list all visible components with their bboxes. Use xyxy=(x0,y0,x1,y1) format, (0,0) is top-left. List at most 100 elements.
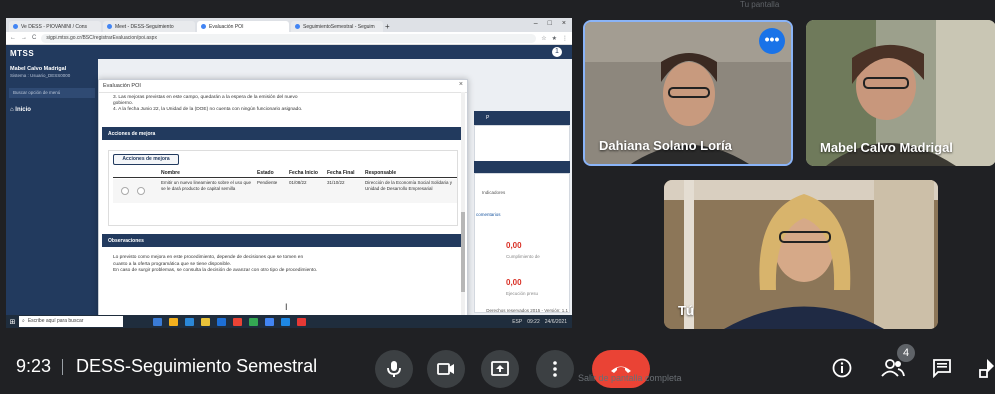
taskbar-app-icon[interactable] xyxy=(297,317,306,326)
presentation-caption: Tu pantalla xyxy=(740,0,780,9)
favicon-icon xyxy=(295,24,300,29)
participant-tile-self[interactable]: Tú xyxy=(664,180,938,329)
chat-icon xyxy=(933,359,951,379)
cumplimiento-value: 0,00 xyxy=(506,241,522,250)
taskbar-app-icon[interactable] xyxy=(265,317,274,326)
taskbar-app-icon[interactable] xyxy=(153,317,162,326)
search-placeholder: Escribe aquí para buscar xyxy=(27,318,84,324)
activities-button[interactable] xyxy=(979,358,995,383)
sidebar-item-inicio[interactable]: ⌂ Inicio xyxy=(6,98,98,113)
taskbar-app-icon[interactable] xyxy=(233,317,242,326)
table-header-cell: Fecha Inicio xyxy=(289,170,318,176)
favicon-icon xyxy=(201,24,206,29)
participant-name: Mabel Calvo Madrigal xyxy=(820,140,953,155)
meeting-title: DESS-Seguimiento Semestral xyxy=(76,356,318,376)
reload-icon[interactable]: C xyxy=(32,35,36,41)
notes-line: 4. A la fecha Junio 22, la Unidad de la … xyxy=(113,107,303,112)
app-sidebar: MTSS Mabel Calvo Madrigal Sistema : Usua… xyxy=(6,45,98,315)
menu-search-input[interactable]: Buscar opción de menú xyxy=(9,88,95,98)
table-header-cell: Estado xyxy=(257,170,274,176)
acciones-section: Acciones de mejora Nombre Estado Fecha I… xyxy=(108,150,458,226)
shapes-icon xyxy=(979,359,994,378)
windows-start-icon[interactable]: ⊞ xyxy=(6,318,19,326)
participant-name: Tú xyxy=(678,303,694,318)
scrollbar-thumb[interactable] xyxy=(461,212,465,292)
search-icon: ⌕ xyxy=(22,318,25,324)
cumplimiento-label: Cumplimiento de xyxy=(506,254,540,259)
meeting-control-bar: 9:23 DESS-Seguimiento Semestral Salir de… xyxy=(0,342,995,394)
taskbar-app-icon[interactable] xyxy=(201,317,210,326)
browser-tab[interactable]: Meet - DESS-Seguimiento xyxy=(103,21,195,32)
app-footer: Derechos reservados 2015 - Versión: 1.1 xyxy=(486,308,568,313)
row-actions xyxy=(113,179,159,203)
sidebar-item-label: Inicio xyxy=(15,107,31,113)
table-header-cell: Responsable xyxy=(365,170,397,176)
close-icon[interactable]: × xyxy=(562,20,566,32)
browser-tab-label: Evaluación POI xyxy=(209,23,244,30)
participant-tile-dahiana[interactable]: ••• Dahiana Solano Loría xyxy=(583,20,793,166)
people-icon xyxy=(881,359,905,377)
microphone-icon xyxy=(387,361,401,377)
close-icon[interactable]: × xyxy=(459,81,463,88)
evaluacion-poi-dialog: Evaluación POI × 3. Las mejoras prevista… xyxy=(98,79,468,328)
user-avatar[interactable]: 1 xyxy=(552,47,562,57)
browser-toolbar: ← → C sigpi.mtss.go.cr/BSC/registrarEval… xyxy=(6,32,572,45)
system-tray: ESP 09:22 24/6/2021 xyxy=(512,319,572,325)
background-text: comentarios xyxy=(476,212,501,217)
maximize-icon[interactable]: □ xyxy=(548,20,552,32)
browser-tab[interactable]: Ve DESS - PIOVANINI / Cons xyxy=(9,21,101,32)
background-card xyxy=(474,125,570,165)
delete-icon[interactable] xyxy=(137,187,145,195)
table-cell: 31/10/22 xyxy=(327,180,345,185)
chat-button[interactable] xyxy=(932,358,952,383)
microphone-button[interactable] xyxy=(375,350,413,388)
taskbar-app-icon[interactable] xyxy=(281,317,290,326)
more-options-button[interactable] xyxy=(536,350,574,388)
browser-tab-strip: Ve DESS - PIOVANINI / Cons Meet - DESS-S… xyxy=(6,18,572,32)
clock-date[interactable]: 24/6/2021 xyxy=(545,319,567,325)
participant-name: Dahiana Solano Loría xyxy=(599,138,732,153)
favicon-icon xyxy=(13,24,18,29)
participant-tile-mabel[interactable]: Mabel Calvo Madrigal xyxy=(806,20,995,166)
browser-tab[interactable]: SeguimientoSemestral - Seguim xyxy=(291,21,383,32)
clock-time[interactable]: 09:22 xyxy=(527,319,540,325)
extensions-icon[interactable]: ★ xyxy=(552,35,557,42)
table-row[interactable]: Emitir un nuevo lineamiento sobre el uso… xyxy=(113,179,457,203)
observaciones-textarea[interactable]: Lo previsto como mejora en este procedim… xyxy=(99,247,467,283)
star-icon[interactable]: ☆ xyxy=(541,35,546,42)
table-cell: Dirección de la Economía Social Solidari… xyxy=(365,180,453,191)
minimize-icon[interactable]: – xyxy=(534,20,538,32)
menu-icon[interactable]: ⋮ xyxy=(562,35,568,42)
meeting-details-icon[interactable] xyxy=(832,358,852,383)
camera-button[interactable] xyxy=(427,350,465,388)
background-text: Indicadores xyxy=(482,190,506,195)
table-header: Nombre Estado Fecha Inicio Fecha Final R… xyxy=(113,169,457,178)
more-options-icon[interactable]: ••• xyxy=(759,28,785,54)
forward-icon[interactable]: → xyxy=(21,35,27,41)
meeting-clock: 9:23 xyxy=(16,356,52,376)
background-panel-header xyxy=(474,161,570,173)
taskbar-app-icon[interactable] xyxy=(249,317,258,326)
back-icon[interactable]: ← xyxy=(10,35,16,41)
app-top-bar xyxy=(98,45,572,59)
browser-tab-active[interactable]: Evaluación POI xyxy=(197,21,289,32)
taskbar-search-input[interactable]: ⌕ Escribe aquí para buscar xyxy=(19,316,123,327)
edit-icon[interactable] xyxy=(121,187,129,195)
acciones-mejora-button[interactable]: Acciones de mejora xyxy=(113,154,179,165)
table-cell: 01/08/22 xyxy=(289,180,307,185)
dialog-scrollbar[interactable] xyxy=(461,92,465,328)
exit-fullscreen-hint[interactable]: Salir de pantalla completa xyxy=(578,373,682,383)
new-tab-button[interactable]: + xyxy=(385,22,395,32)
text-cursor-icon: I xyxy=(285,302,288,312)
taskbar-app-icon[interactable] xyxy=(185,317,194,326)
browser-tab-label: Ve DESS - PIOVANINI / Cons xyxy=(21,23,88,30)
address-bar[interactable]: sigpi.mtss.go.cr/BSC/registrarEvaluacion… xyxy=(41,33,537,43)
language-indicator[interactable]: ESP xyxy=(512,319,522,325)
taskbar-app-icon[interactable] xyxy=(169,317,178,326)
present-screen-button[interactable] xyxy=(481,350,519,388)
people-button[interactable] xyxy=(881,358,905,383)
notes-text: 3. Las mejoras previstas en este campo, … xyxy=(99,93,467,127)
taskbar-app-icon[interactable] xyxy=(217,317,226,326)
sigpi-app: MTSS Mabel Calvo Madrigal Sistema : Usua… xyxy=(6,45,572,328)
browser-tab-label: Meet - DESS-Seguimiento xyxy=(115,23,174,30)
